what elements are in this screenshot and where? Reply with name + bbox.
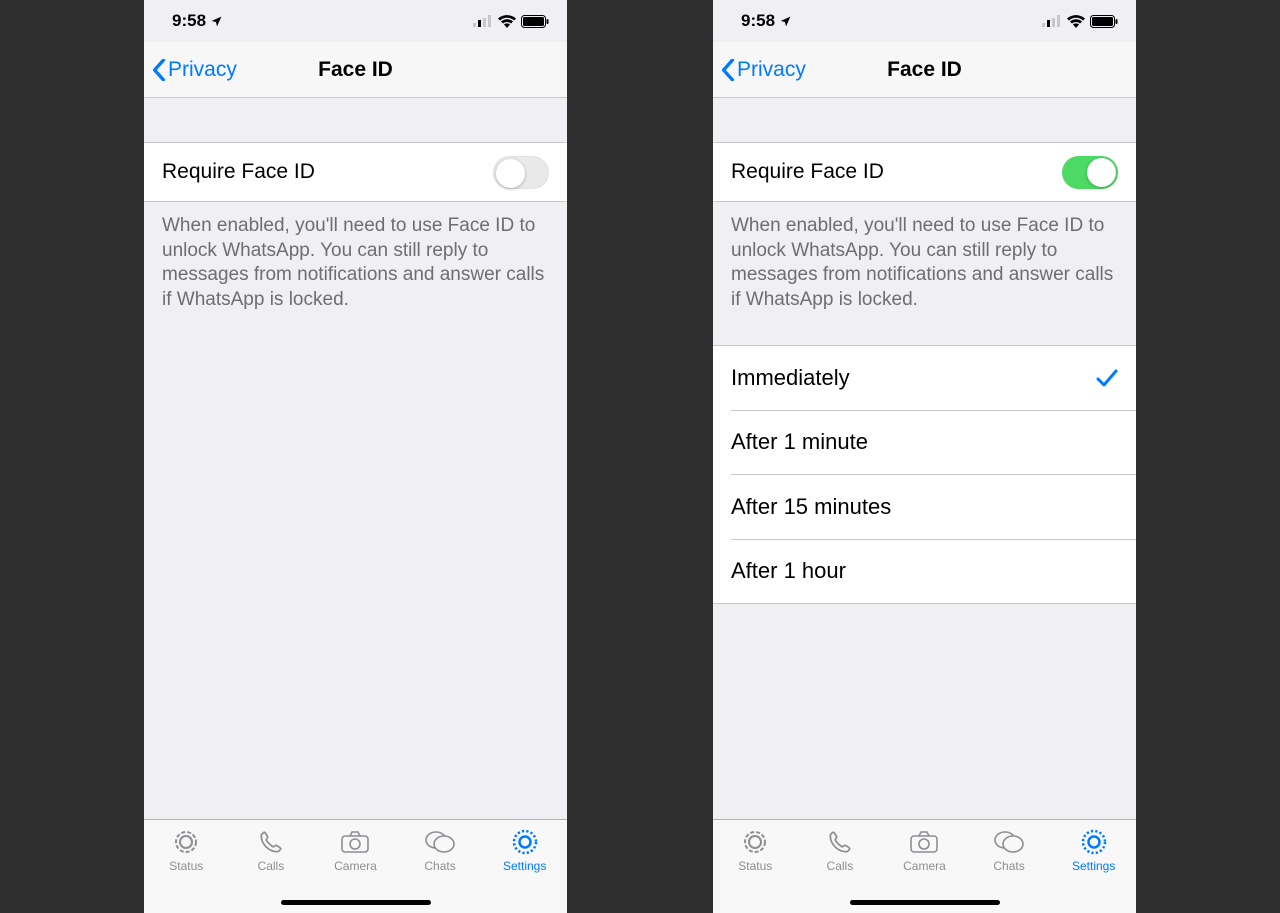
require-faceid-toggle[interactable] <box>1062 156 1118 189</box>
nav-bar: Privacy Face ID <box>144 42 567 98</box>
option-15-minutes[interactable]: After 15 minutes <box>713 475 1136 539</box>
option-immediately[interactable]: Immediately <box>713 346 1136 410</box>
checkmark-icon <box>1096 368 1118 388</box>
camera-icon <box>910 828 938 856</box>
tab-label: Status <box>738 859 772 873</box>
status-bar: 9:58 <box>144 0 567 42</box>
status-bar: 9:58 <box>713 0 1136 42</box>
tab-camera[interactable]: Camera <box>882 828 967 873</box>
tab-label: Calls <box>827 859 854 873</box>
status-time: 9:58 <box>741 11 775 31</box>
back-label: Privacy <box>168 58 237 82</box>
option-1-minute[interactable]: After 1 minute <box>713 410 1136 474</box>
chats-icon <box>425 828 455 856</box>
tab-label: Settings <box>1072 859 1115 873</box>
location-icon <box>779 15 792 28</box>
tab-calls[interactable]: Calls <box>798 828 883 873</box>
option-label: After 1 hour <box>731 558 846 584</box>
gear-icon <box>512 828 538 856</box>
content-area: Require Face ID When enabled, you'll nee… <box>144 98 567 819</box>
tab-label: Calls <box>258 859 285 873</box>
tab-status[interactable]: Status <box>144 828 229 873</box>
wifi-icon <box>498 15 516 28</box>
option-label: After 1 minute <box>731 429 868 455</box>
phone-screen-right: 9:58 Privacy Face ID Require Face ID <box>713 0 1136 913</box>
status-icon <box>173 828 199 856</box>
battery-icon <box>1090 15 1118 28</box>
option-label: After 15 minutes <box>731 494 891 520</box>
section-footer: When enabled, you'll need to use Face ID… <box>144 202 567 313</box>
chats-icon <box>994 828 1024 856</box>
chevron-left-icon <box>721 59 735 81</box>
section-footer: When enabled, you'll need to use Face ID… <box>713 202 1136 313</box>
phone-icon <box>827 828 853 856</box>
gear-icon <box>1081 828 1107 856</box>
tab-settings[interactable]: Settings <box>1051 828 1136 873</box>
tab-status[interactable]: Status <box>713 828 798 873</box>
tab-camera[interactable]: Camera <box>313 828 398 873</box>
tab-bar: Status Calls Camera Chats Settings <box>144 819 567 913</box>
tab-label: Status <box>169 859 203 873</box>
phone-icon <box>258 828 284 856</box>
back-label: Privacy <box>737 58 806 82</box>
tab-settings[interactable]: Settings <box>482 828 567 873</box>
location-icon <box>210 15 223 28</box>
phone-screen-left: 9:58 Privacy Face ID Require Face ID <box>144 0 567 913</box>
require-faceid-row[interactable]: Require Face ID <box>144 142 567 202</box>
tab-label: Camera <box>903 859 946 873</box>
status-icon <box>742 828 768 856</box>
battery-icon <box>521 15 549 28</box>
content-area: Require Face ID When enabled, you'll nee… <box>713 98 1136 819</box>
chevron-left-icon <box>152 59 166 81</box>
require-faceid-toggle[interactable] <box>493 156 549 189</box>
cellular-icon <box>1042 15 1062 27</box>
home-indicator[interactable] <box>850 900 1000 905</box>
tab-label: Chats <box>993 859 1024 873</box>
tab-label: Chats <box>424 859 455 873</box>
tab-label: Settings <box>503 859 546 873</box>
tab-chats[interactable]: Chats <box>398 828 483 873</box>
back-button[interactable]: Privacy <box>713 58 806 82</box>
tab-bar: Status Calls Camera Chats Settings <box>713 819 1136 913</box>
wifi-icon <box>1067 15 1085 28</box>
cellular-icon <box>473 15 493 27</box>
tab-calls[interactable]: Calls <box>229 828 314 873</box>
camera-icon <box>341 828 369 856</box>
require-faceid-row[interactable]: Require Face ID <box>713 142 1136 202</box>
option-label: Immediately <box>731 365 850 391</box>
nav-bar: Privacy Face ID <box>713 42 1136 98</box>
tab-label: Camera <box>334 859 377 873</box>
require-faceid-label: Require Face ID <box>731 160 884 184</box>
tab-chats[interactable]: Chats <box>967 828 1052 873</box>
lock-timing-options: Immediately After 1 minute After 15 minu… <box>713 345 1136 605</box>
require-faceid-label: Require Face ID <box>162 160 315 184</box>
option-1-hour[interactable]: After 1 hour <box>713 539 1136 603</box>
back-button[interactable]: Privacy <box>144 58 237 82</box>
status-time: 9:58 <box>172 11 206 31</box>
home-indicator[interactable] <box>281 900 431 905</box>
